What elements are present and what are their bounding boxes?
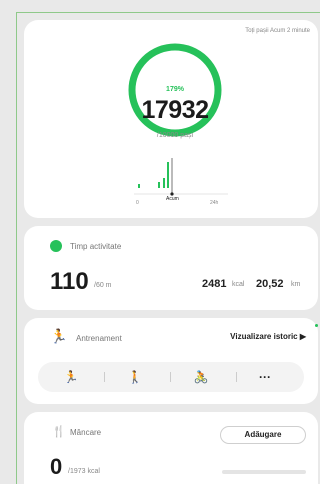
kcal-unit: kcal [232,281,245,288]
divider [170,372,171,382]
chart-bar [158,182,160,188]
distance-value: 20,52 [256,278,284,290]
divider [236,372,237,382]
clock-icon [50,240,62,252]
activity-unit: /60 m [94,282,112,289]
steps-updated-label: Toți pașii Acum 2 minute [245,28,310,34]
running-icon: 🏃 [50,328,68,344]
steps-ring: 179% 17932 /10000 pași [125,40,225,140]
more-button[interactable]: ··· [252,368,278,386]
divider [104,372,105,382]
view-history-label: Vizualizare istoric [230,332,298,341]
exercise-quick-bar: 🏃 🚶 🚴 ··· [38,362,304,392]
steps-count: 17932 [141,96,209,124]
exercise-title: Antrenament [76,334,122,343]
steps-card[interactable]: Toți pașii Acum 2 minute 179% 17932 /100… [24,20,318,218]
steps-goal: /10000 pași [156,132,194,139]
chart-label-end: 24h [210,200,219,206]
chart-bar [167,162,169,188]
chart-bar [163,178,165,188]
activity-title: Timp activitate [70,242,122,251]
activity-value: 110 [50,268,89,295]
food-value: 0 [50,454,63,479]
add-food-button[interactable]: Adăugare [220,426,306,444]
arrow-right-icon: ▶ [299,332,306,341]
run-button[interactable]: 🏃 [58,368,84,386]
distance-unit: km [291,281,301,288]
food-progress-bar [222,470,306,474]
walk-button[interactable]: 🚶 [122,368,148,386]
food-title: Mâncare [70,428,102,437]
chart-label-start: 0 [136,200,139,206]
food-unit: /1973 kcal [68,468,100,475]
green-indicator-dot [315,324,318,327]
kcal-value: 2481 [202,278,227,290]
activity-card[interactable]: Timp activitate 110 /60 m 2481 kcal 20,5… [24,226,318,310]
bike-button[interactable]: 🚴 [188,368,214,386]
food-card[interactable]: 🍴 Mâncare Adăugare 0 /1973 kcal [24,412,318,484]
chart-label-now: Acum [166,196,179,202]
utensils-icon: 🍴 [52,426,66,438]
steps-mini-chart: 0 Acum 24h [134,158,228,206]
view-history-link[interactable]: Vizualizare istoric ▶ [230,332,306,341]
steps-percent: 179% [166,86,184,93]
chart-bar [138,184,140,188]
exercise-card[interactable]: 🏃 Antrenament Vizualizare istoric ▶ 🏃 🚶 … [24,318,318,404]
